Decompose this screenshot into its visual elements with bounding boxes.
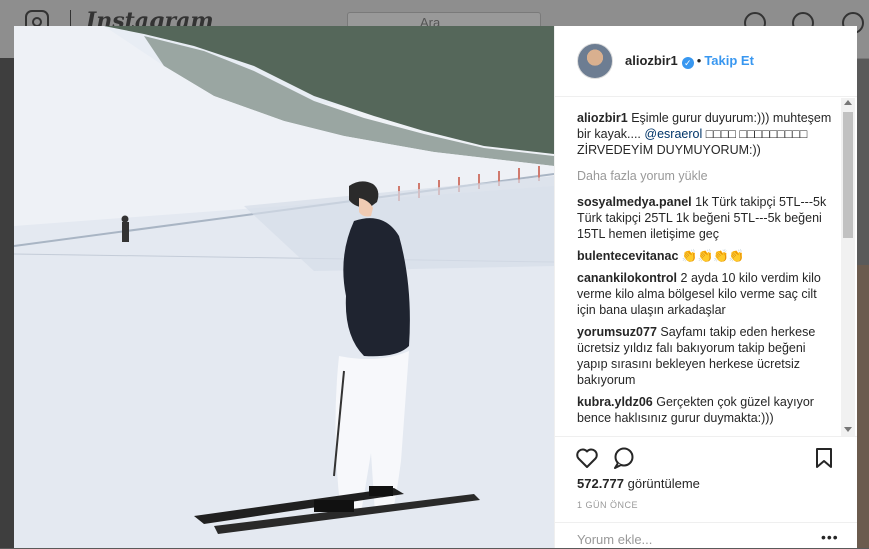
view-count-label: görüntüleme (627, 476, 700, 491)
follow-button[interactable]: Takip Et (704, 53, 754, 68)
caption: aliozbir1 Eşimle gurur duyurum:))) muhte… (577, 110, 837, 158)
comments-scrollbar[interactable] (841, 98, 855, 436)
comment-text: 👏👏👏👏 (681, 249, 745, 263)
caption-username[interactable]: aliozbir1 (577, 111, 628, 125)
comment-item: canankilokontrol 2 ayda 10 kilo verdim k… (577, 270, 837, 318)
comment-item: yorumsuz077 Sayfamı takip eden herkese ü… (577, 324, 837, 388)
view-count: 572.777 görüntüleme (577, 476, 700, 491)
scroll-down-arrow-icon[interactable] (844, 427, 852, 432)
comment-username[interactable]: canankilokontrol (577, 271, 677, 285)
post-modal: aliozbir1 ✓ • Takip Et aliozbir1 Eşimle gur… (14, 26, 857, 548)
comment-username[interactable]: kubra.yldz06 (577, 395, 653, 409)
ski-scene-illustration (14, 26, 554, 548)
verified-badge-icon: ✓ (681, 57, 694, 69)
comment-username[interactable]: bulentecevitanac (577, 249, 678, 263)
scroll-up-arrow-icon[interactable] (844, 100, 852, 105)
post-header-line: aliozbir1 ✓ • Takip Et (625, 53, 754, 69)
background-feed-image (856, 265, 869, 548)
comment-item: bulentecevitanac 👏👏👏👏 (577, 248, 837, 264)
comment-username[interactable]: sosyalmedya.panel (577, 195, 692, 209)
load-more-comments-button[interactable]: Daha fazla yorum yükle (577, 168, 837, 184)
background-feed (0, 58, 14, 548)
comments-list: aliozbir1 Eşimle gurur duyurum:))) muhte… (577, 110, 837, 436)
post-details-panel: aliozbir1 ✓ • Takip Et aliozbir1 Eşimle gur… (554, 26, 857, 548)
more-options-icon[interactable]: ••• (821, 529, 839, 545)
post-actions (555, 436, 857, 469)
separator-dot: • (696, 53, 702, 68)
heart-icon[interactable] (575, 447, 599, 469)
view-count-number: 572.777 (577, 476, 624, 491)
post-timestamp[interactable]: 1 GÜN ÖNCE (577, 500, 638, 510)
username-link[interactable]: aliozbir1 (625, 53, 678, 68)
comment-username[interactable]: yorumsuz077 (577, 325, 657, 339)
comment-input[interactable]: Yorum ekle... (577, 532, 652, 547)
speech-bubble-icon[interactable] (612, 447, 636, 469)
bookmark-icon[interactable] (815, 447, 833, 469)
comment-item: kubra.yldz06 Gerçekten çok güzel kayıyor… (577, 394, 837, 426)
comment-item: sosyalmedya.panel 1k Türk takipçi 5TL---… (577, 194, 837, 242)
avatar[interactable] (577, 43, 613, 79)
post-video[interactable] (14, 26, 554, 548)
add-comment-box[interactable]: Yorum ekle... ••• (555, 522, 857, 549)
caption-mention-link[interactable]: @esraerol (644, 127, 702, 141)
scrollbar-thumb[interactable] (843, 112, 853, 238)
post-header: aliozbir1 ✓ • Takip Et (555, 26, 857, 97)
